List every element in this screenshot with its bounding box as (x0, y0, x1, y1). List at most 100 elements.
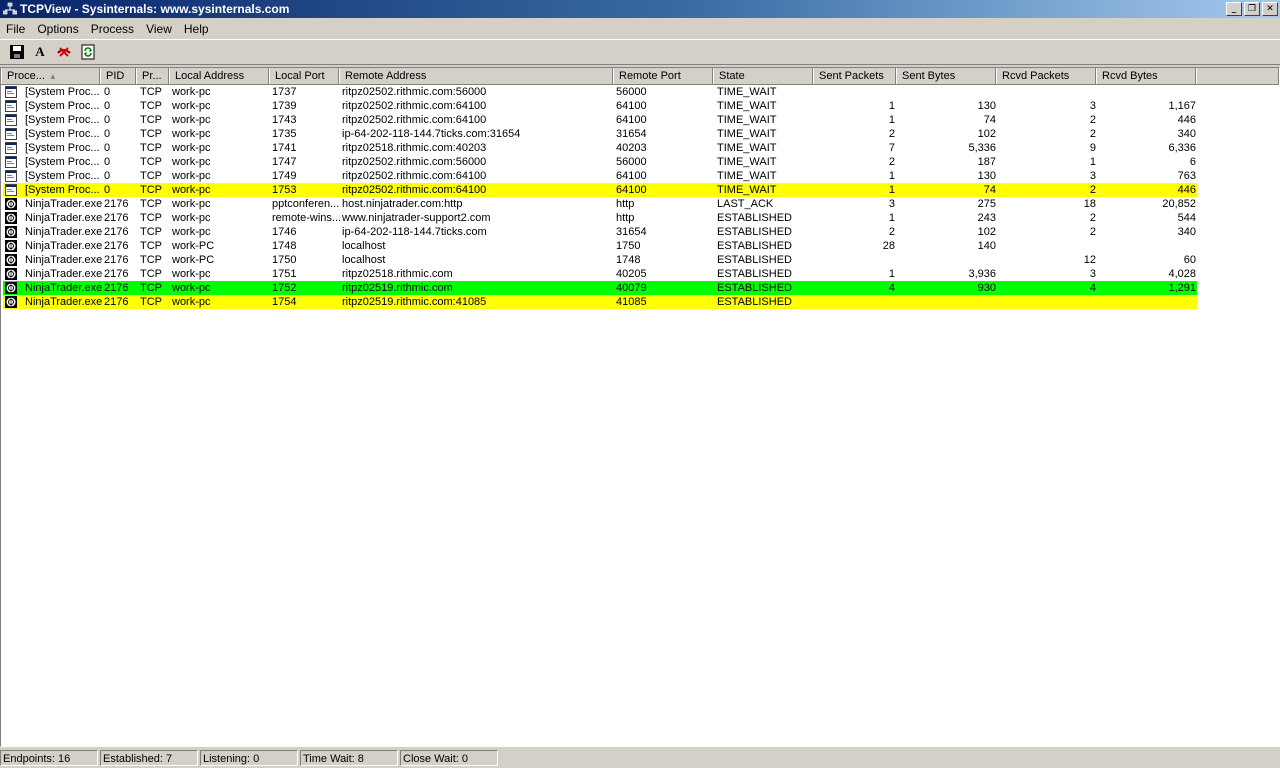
cell-remote-port: 41085 (616, 296, 647, 308)
column-header-state[interactable]: State (713, 68, 813, 84)
cell-sent-bytes (898, 253, 996, 267)
table-row[interactable]: [System Proc... 0 TCP work-pc 1753 ritpz02502… (3, 183, 1197, 197)
cell-process: [System Proc... (25, 156, 100, 168)
cell-sent-packets: 2 (888, 156, 895, 168)
table-row[interactable]: [System Proc... 0 TCP work-pc 1747 ritpz02502… (3, 155, 1197, 169)
minimize-button[interactable]: _ (1226, 2, 1242, 16)
cell-local-address: work-pc (172, 198, 211, 210)
cell-local-address: work-pc (172, 100, 211, 112)
table-row[interactable]: NinjaTrader.exe 2176 TCP work-pc remote-wins… (3, 211, 1197, 225)
cell-rcvd-packets: 12 (1083, 254, 1096, 266)
restore-button[interactable]: ❐ (1244, 2, 1260, 16)
refresh-icon (81, 44, 95, 60)
cell-sent-bytes: 140 (977, 240, 996, 252)
cell-sent-packets: 7 (888, 142, 895, 154)
title-bar[interactable]: TCPView - Sysinternals: www.sysinternals… (0, 0, 1280, 18)
cell-state: TIME_WAIT (717, 170, 777, 182)
menu-file[interactable]: File (0, 22, 31, 36)
menu-view[interactable]: View (140, 22, 178, 36)
table-row[interactable]: NinjaTrader.exe 2176 TCP work-pc pptconferen… (3, 197, 1197, 211)
cell-rcvd-packets: 9 (1089, 142, 1096, 154)
cell-rcvd-bytes: 446 (1177, 184, 1196, 196)
system-process-icon (5, 184, 17, 196)
status-time-wait: Time Wait: 8 (300, 750, 398, 766)
cell-local-port: pptconferen... (272, 198, 340, 210)
table-row[interactable]: NinjaTrader.exe 2176 TCP work-pc 1746 ip-64-2… (3, 225, 1197, 239)
cell-pid: 0 (104, 114, 111, 126)
table-row[interactable]: NinjaTrader.exe 2176 TCP work-pc 1752 ritpz02… (3, 281, 1197, 295)
cell-remote-port: 40203 (616, 142, 647, 154)
cell-sent-packets (815, 295, 895, 309)
table-row[interactable]: NinjaTrader.exe 2176 TCP work-pc 1754 ritpz02… (3, 295, 1197, 309)
cell-remote-port: 1750 (616, 240, 641, 252)
menu-process[interactable]: Process (85, 22, 140, 36)
cell-remote-address: ip-64-202-118-144.7ticks.com (342, 226, 487, 238)
column-header-remote-address[interactable]: Remote Address (339, 68, 613, 84)
column-header-sent-packets[interactable]: Sent Packets (813, 68, 896, 84)
table-row[interactable]: [System Proc... 0 TCP work-pc 1749 ritpz02502… (3, 169, 1197, 183)
table-row[interactable]: NinjaTrader.exe 2176 TCP work-PC 1748 localho… (3, 239, 1197, 253)
refresh-button[interactable] (78, 43, 98, 61)
cell-sent-bytes: 102 (977, 128, 996, 140)
table-row[interactable]: NinjaTrader.exe 2176 TCP work-pc 1751 ritpz02… (3, 267, 1197, 281)
table-row[interactable]: [System Proc... 0 TCP work-pc 1743 ritpz02502… (3, 113, 1197, 127)
cell-process: NinjaTrader.exe (25, 282, 103, 294)
cell-local-port: 1751 (272, 268, 297, 280)
menu-options[interactable]: Options (31, 22, 84, 36)
system-process-icon (5, 114, 17, 126)
column-header-sent-bytes[interactable]: Sent Bytes (896, 68, 996, 84)
column-header-local-address[interactable]: Local Address (169, 68, 269, 84)
save-button[interactable] (7, 43, 27, 61)
cell-rcvd-packets (998, 295, 1096, 309)
cell-remote-port: 1748 (616, 254, 641, 266)
cell-local-address: work-pc (172, 184, 211, 196)
cell-sent-bytes: 5,336 (968, 142, 996, 154)
close-connection-button[interactable] (54, 43, 74, 61)
cell-protocol: TCP (140, 156, 162, 168)
menu-help[interactable]: Help (178, 22, 215, 36)
cell-remote-address: ritpz02502.rithmic.com:64100 (342, 114, 487, 126)
column-header-local-port[interactable]: Local Port (269, 68, 339, 84)
table-row[interactable]: [System Proc... 0 TCP work-pc 1735 ip-64-202-… (3, 127, 1197, 141)
column-header-remote-port[interactable]: Remote Port (613, 68, 713, 84)
close-button[interactable]: ✕ (1262, 2, 1278, 16)
column-header-process[interactable]: Proce... ▲ (1, 68, 100, 84)
cell-pid: 2176 (104, 254, 129, 266)
table-row[interactable]: NinjaTrader.exe 2176 TCP work-PC 1750 localho… (3, 253, 1197, 267)
cell-remote-port: 40079 (616, 282, 647, 294)
cell-local-port: 1741 (272, 142, 297, 154)
cell-process: NinjaTrader.exe (25, 268, 103, 280)
cell-rcvd-packets: 2 (1089, 184, 1096, 196)
table-row[interactable]: [System Proc... 0 TCP work-pc 1739 ritpz02502… (3, 99, 1197, 113)
cell-process: [System Proc... (25, 170, 100, 182)
column-header-rcvd-bytes[interactable]: Rcvd Bytes (1096, 68, 1196, 84)
cell-process: [System Proc... (25, 100, 100, 112)
font-button[interactable]: A (30, 43, 50, 61)
cell-protocol: TCP (140, 268, 162, 280)
cell-process: [System Proc... (25, 184, 100, 196)
ninjatrader-process-icon (5, 212, 17, 224)
cell-rcvd-bytes (1098, 295, 1196, 309)
column-header-filler (1196, 68, 1279, 84)
cell-state: ESTABLISHED (717, 212, 792, 224)
status-established: Established: 7 (100, 750, 198, 766)
cell-protocol: TCP (140, 282, 162, 294)
connection-list[interactable]: Proce... ▲ PID Pr... Local Address Local … (0, 67, 1280, 747)
table-row[interactable]: [System Proc... 0 TCP work-pc 1741 ritpz02518… (3, 141, 1197, 155)
cell-remote-port: http (616, 212, 635, 224)
status-listening: Listening: 0 (200, 750, 298, 766)
status-close-wait: Close Wait: 0 (400, 750, 498, 766)
column-header-pid[interactable]: PID (100, 68, 136, 84)
cell-remote-address: ritpz02502.rithmic.com:56000 (342, 156, 487, 168)
cell-pid: 2176 (104, 296, 129, 308)
table-row[interactable]: [System Proc... 0 TCP work-pc 1737 ritpz02502… (3, 85, 1197, 99)
cell-remote-port: http (616, 198, 635, 210)
column-header-protocol[interactable]: Pr... (136, 68, 169, 84)
cell-process: NinjaTrader.exe (25, 226, 103, 238)
cell-rcvd-packets: 2 (1089, 114, 1096, 126)
cell-sent-packets: 4 (888, 282, 895, 294)
cell-process: [System Proc... (25, 86, 100, 98)
cell-local-port: 1737 (272, 86, 297, 98)
column-header-rcvd-packets[interactable]: Rcvd Packets (996, 68, 1096, 84)
cell-process: [System Proc... (25, 128, 100, 140)
